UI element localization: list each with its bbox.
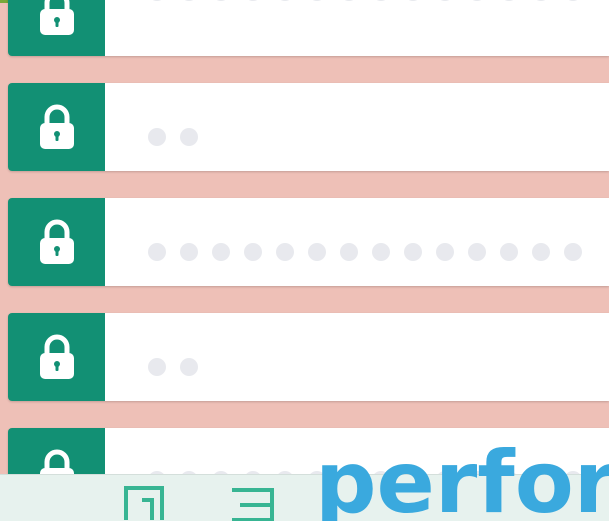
lock-cell <box>8 313 105 401</box>
password-dot <box>404 243 422 261</box>
password-dot <box>308 243 326 261</box>
lock-cell <box>8 0 105 56</box>
password-dot <box>244 0 262 1</box>
password-dot <box>436 0 454 1</box>
password-dot <box>372 0 390 1</box>
password-dot <box>468 0 486 1</box>
masked-password-dots <box>148 128 198 146</box>
password-dot <box>212 0 230 1</box>
lock-icon <box>39 334 74 379</box>
password-dot <box>276 243 294 261</box>
password-dot <box>340 243 358 261</box>
password-dot <box>180 128 198 146</box>
password-dot <box>468 243 486 261</box>
password-row[interactable] <box>8 198 609 286</box>
password-dot <box>372 243 390 261</box>
password-list-page: perform <box>0 0 609 521</box>
password-dot <box>180 243 198 261</box>
password-dot <box>404 0 422 1</box>
overlay-perform-text: perform <box>315 433 609 521</box>
password-row[interactable] <box>8 0 609 56</box>
masked-password-dots <box>148 243 582 261</box>
password-dot <box>436 243 454 261</box>
password-dot <box>212 243 230 261</box>
password-dot <box>564 0 582 1</box>
lock-icon <box>39 0 74 35</box>
masked-password-dots <box>148 0 582 1</box>
password-dot <box>180 358 198 376</box>
lock-icon <box>39 219 74 264</box>
bracket-glyphs-icon <box>124 486 274 521</box>
password-row[interactable] <box>8 313 609 401</box>
lock-cell <box>8 198 105 286</box>
masked-password-dots <box>148 358 198 376</box>
password-dot <box>564 243 582 261</box>
password-dot <box>276 0 294 1</box>
password-field[interactable] <box>105 83 609 171</box>
password-dot <box>500 0 518 1</box>
password-dot <box>340 0 358 1</box>
password-dot <box>148 128 166 146</box>
password-field[interactable] <box>105 313 609 401</box>
password-dot <box>148 358 166 376</box>
password-field[interactable] <box>105 198 609 286</box>
password-dot <box>500 243 518 261</box>
lock-cell <box>8 83 105 171</box>
password-dot <box>180 0 198 1</box>
password-dot <box>244 243 262 261</box>
password-field[interactable] <box>105 0 609 56</box>
password-row[interactable] <box>8 83 609 171</box>
password-dot <box>148 243 166 261</box>
lock-icon <box>39 104 74 149</box>
password-dot <box>148 0 166 1</box>
password-dot <box>308 0 326 1</box>
password-dot <box>532 0 550 1</box>
password-dot <box>532 243 550 261</box>
